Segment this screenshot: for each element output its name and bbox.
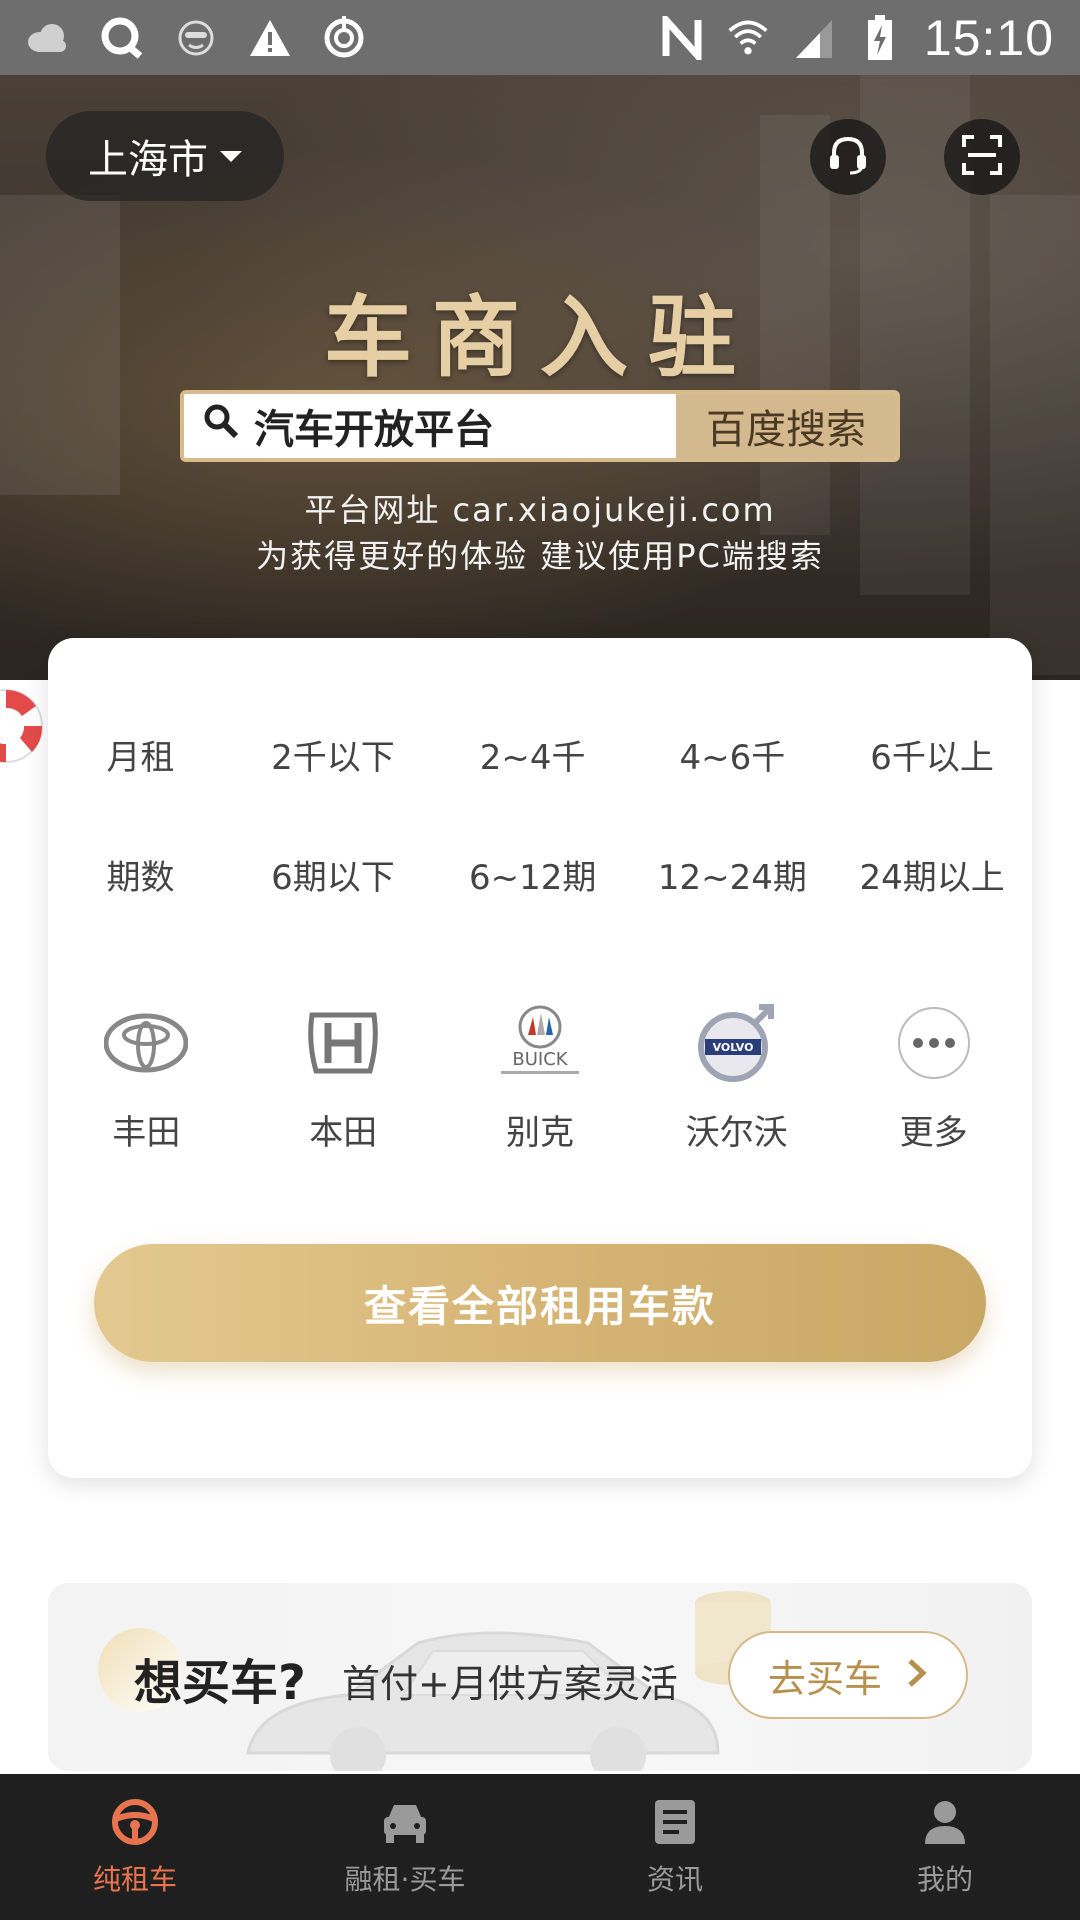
go-buy-car-label: 去买车 — [767, 1656, 882, 1701]
brand-name: 别克 — [505, 1113, 574, 1153]
sync-icon — [322, 15, 366, 60]
scan-icon — [960, 133, 1004, 181]
filter-option[interactable]: 6~12期 — [433, 850, 633, 899]
nfc-icon — [660, 15, 704, 60]
nav-mine[interactable]: 我的 — [810, 1774, 1080, 1920]
filter-option[interactable]: 2千以下 — [233, 730, 433, 779]
bottom-nav: 纯租车 融租·买车 资讯 我的 — [0, 1774, 1080, 1920]
nav-label: 纯租车 — [92, 1863, 177, 1896]
user-icon — [919, 1796, 971, 1848]
wifi-icon — [726, 16, 770, 60]
face-app-icon — [174, 16, 218, 60]
search-button[interactable]: 百度搜索 — [676, 394, 896, 458]
more-icon — [884, 993, 984, 1093]
brand-grid: 丰田 本田 BUICK 别克 VOLVO 沃尔沃 更多 — [48, 993, 1032, 1154]
banner-tip-line: 为获得更好的体验 建议使用PC端搜索 — [256, 537, 824, 575]
brand-honda[interactable]: 本田 — [245, 993, 442, 1154]
filter-option[interactable]: 2~4千 — [433, 730, 633, 779]
terms-label: 期数 — [106, 858, 175, 898]
banner-title: 车商入驻 — [323, 286, 756, 389]
banner-search-box[interactable]: 汽车开放平台 百度搜索 — [180, 390, 900, 462]
buy-car-subtitle: 首付+月供方案灵活 — [342, 1662, 678, 1706]
cloud-icon — [26, 16, 70, 60]
buy-car-banner[interactable]: 想买车? 首付+月供方案灵活 去买车 — [48, 1583, 1032, 1771]
headset-icon — [826, 133, 870, 181]
buick-logo: BUICK — [490, 993, 590, 1093]
terms-row: 期数 6期以下 6~12期 12~24期 24期以上 — [48, 850, 1032, 899]
nav-label: 我的 — [916, 1863, 973, 1896]
customer-service-button[interactable] — [810, 119, 886, 195]
nav-lease-buy[interactable]: 融租·买车 — [270, 1774, 540, 1920]
scan-button[interactable] — [944, 119, 1020, 195]
brand-buick[interactable]: BUICK 别克 — [442, 993, 639, 1154]
search-icon — [202, 402, 240, 450]
nav-pure-rent[interactable]: 纯租车 — [0, 1774, 270, 1920]
filter-card: 月租 2千以下 2~4千 4~6千 6千以上 期数 6期以下 6~12期 12~… — [48, 638, 1032, 1478]
status-time: 15:10 — [923, 9, 1054, 66]
city-selector[interactable]: 上海市 — [46, 111, 284, 201]
car-icon — [379, 1796, 431, 1848]
brand-name: 本田 — [309, 1113, 378, 1153]
brand-name: 更多 — [899, 1113, 968, 1153]
honda-logo — [293, 993, 393, 1093]
brand-more[interactable]: 更多 — [835, 993, 1032, 1154]
nav-label: 资讯 — [646, 1863, 703, 1896]
filter-option[interactable]: 6期以下 — [233, 850, 433, 899]
banner-site-line: 平台网址 car.xiaojukeji.com — [304, 491, 776, 529]
filter-option[interactable]: 6千以上 — [832, 730, 1032, 779]
view-all-cars-button[interactable]: 查看全部租用车款 — [94, 1244, 986, 1362]
hero-banner[interactable]: 上海市 车商入驻 汽车开放平台 百度搜索 平台网址 car.xiaojukeji… — [0, 75, 1080, 680]
monthly-rent-row: 月租 2千以下 2~4千 4~6千 6千以上 — [48, 730, 1032, 779]
chevron-right-icon — [906, 1653, 928, 1697]
filter-option[interactable]: 24期以上 — [832, 850, 1032, 899]
battery-charging-icon — [858, 14, 902, 60]
city-label: 上海市 — [88, 137, 208, 183]
go-buy-car-button[interactable]: 去买车 — [728, 1631, 968, 1719]
nav-news[interactable]: 资讯 — [540, 1774, 810, 1920]
toyota-logo — [96, 993, 196, 1093]
search-query: 汽车开放平台 — [254, 407, 494, 453]
svg-text:BUICK: BUICK — [512, 1049, 568, 1070]
status-bar: 15:10 — [0, 0, 1080, 75]
brand-toyota[interactable]: 丰田 — [48, 993, 245, 1154]
news-icon — [649, 1796, 701, 1848]
monthly-rent-label: 月租 — [106, 738, 175, 778]
svg-text:VOLVO: VOLVO — [712, 1041, 753, 1054]
q-app-icon — [100, 16, 144, 60]
volvo-logo: VOLVO — [687, 993, 787, 1093]
filter-option[interactable]: 4~6千 — [633, 730, 833, 779]
brand-name: 丰田 — [112, 1113, 181, 1153]
buy-car-title: 想买车? — [134, 1655, 306, 1711]
steering-wheel-icon — [109, 1796, 161, 1848]
signal-icon — [792, 16, 836, 60]
brand-volvo[interactable]: VOLVO 沃尔沃 — [638, 993, 835, 1154]
warning-icon — [248, 16, 292, 60]
caret-down-icon — [220, 150, 242, 162]
nav-label: 融租·买车 — [344, 1863, 466, 1896]
filter-option[interactable]: 12~24期 — [633, 850, 833, 899]
brand-name: 沃尔沃 — [685, 1113, 788, 1153]
